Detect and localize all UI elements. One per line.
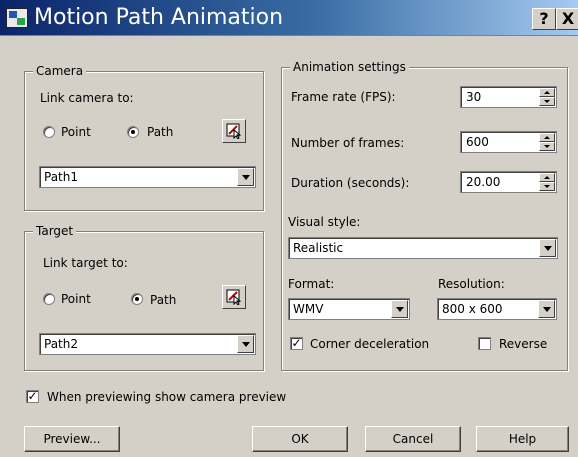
title-bar: Motion Path Animation ? X <box>0 0 578 36</box>
check-icon: ✓ <box>291 336 302 350</box>
chevron-down-icon[interactable] <box>538 300 555 318</box>
frames-label: Number of frames: <box>291 136 405 150</box>
reverse-checkbox[interactable] <box>478 337 491 350</box>
format-value: WMV <box>293 302 324 316</box>
target-point-radio[interactable] <box>43 293 55 305</box>
ok-button[interactable]: OK <box>252 426 348 452</box>
target-path-radio[interactable] <box>131 293 143 305</box>
camera-point-label[interactable]: Point <box>61 125 91 139</box>
window-title: Motion Path Animation <box>34 5 284 30</box>
pick-cursor-icon <box>226 289 242 305</box>
frames-value: 600 <box>466 135 489 149</box>
target-path-value: Path2 <box>44 337 78 351</box>
chevron-down-icon[interactable] <box>237 335 254 353</box>
frame-rate-value: 30 <box>466 90 482 104</box>
chevron-down-icon[interactable] <box>237 168 254 186</box>
help-button[interactable]: Help <box>476 426 569 452</box>
spin-down-icon[interactable] <box>539 142 555 151</box>
camera-preview-checkbox[interactable]: ✓ <box>26 390 39 403</box>
reverse-label[interactable]: Reverse <box>499 337 547 351</box>
camera-legend: Camera <box>33 64 87 78</box>
app-icon <box>6 8 28 28</box>
target-path-label[interactable]: Path <box>150 293 176 307</box>
close-button[interactable]: X <box>556 8 578 30</box>
camera-path-value: Path1 <box>44 170 78 184</box>
target-path-select[interactable]: Path2 <box>39 333 256 355</box>
camera-path-label[interactable]: Path <box>147 125 173 139</box>
target-point-label[interactable]: Point <box>61 292 91 306</box>
spin-up-icon[interactable] <box>539 173 555 182</box>
visual-style-select[interactable]: Realistic <box>288 237 558 259</box>
chevron-down-icon[interactable] <box>539 239 556 257</box>
pick-cursor-icon <box>226 123 242 139</box>
link-camera-label: Link camera to: <box>40 91 134 105</box>
visual-style-value: Realistic <box>293 241 344 255</box>
frames-spinner[interactable]: 600 <box>460 131 557 153</box>
cancel-button[interactable]: Cancel <box>365 426 461 452</box>
camera-path-select[interactable]: Path1 <box>39 166 256 188</box>
link-target-label: Link target to: <box>43 256 128 270</box>
duration-label: Duration (seconds): <box>291 176 410 190</box>
camera-path-radio[interactable] <box>127 126 139 138</box>
camera-preview-label[interactable]: When previewing show camera preview <box>47 390 286 404</box>
duration-value: 20.00 <box>466 175 501 189</box>
help-title-button[interactable]: ? <box>532 8 556 30</box>
frame-rate-spinner[interactable]: 30 <box>460 86 557 108</box>
duration-spinner[interactable]: 20.00 <box>460 171 557 193</box>
chevron-down-icon[interactable] <box>391 300 408 318</box>
spin-down-icon[interactable] <box>539 182 555 191</box>
target-legend: Target <box>33 224 77 238</box>
check-icon: ✓ <box>27 389 38 403</box>
visual-style-label: Visual style: <box>288 215 361 229</box>
camera-pick-button[interactable] <box>222 119 246 143</box>
camera-point-radio[interactable] <box>43 126 55 138</box>
spin-down-icon[interactable] <box>539 97 555 106</box>
resolution-select[interactable]: 800 x 600 <box>437 298 557 320</box>
preview-button[interactable]: Preview... <box>24 426 120 452</box>
resolution-value: 800 x 600 <box>442 302 503 316</box>
animation-settings-legend: Animation settings <box>290 60 409 74</box>
corner-deceleration-checkbox[interactable]: ✓ <box>290 337 303 350</box>
format-select[interactable]: WMV <box>288 298 410 320</box>
format-label: Format: <box>288 277 335 291</box>
corner-deceleration-label[interactable]: Corner deceleration <box>310 337 429 351</box>
spin-up-icon[interactable] <box>539 133 555 142</box>
resolution-label: Resolution: <box>438 277 505 291</box>
target-pick-button[interactable] <box>222 285 246 309</box>
frame-rate-label: Frame rate (FPS): <box>291 90 396 104</box>
spin-up-icon[interactable] <box>539 88 555 97</box>
